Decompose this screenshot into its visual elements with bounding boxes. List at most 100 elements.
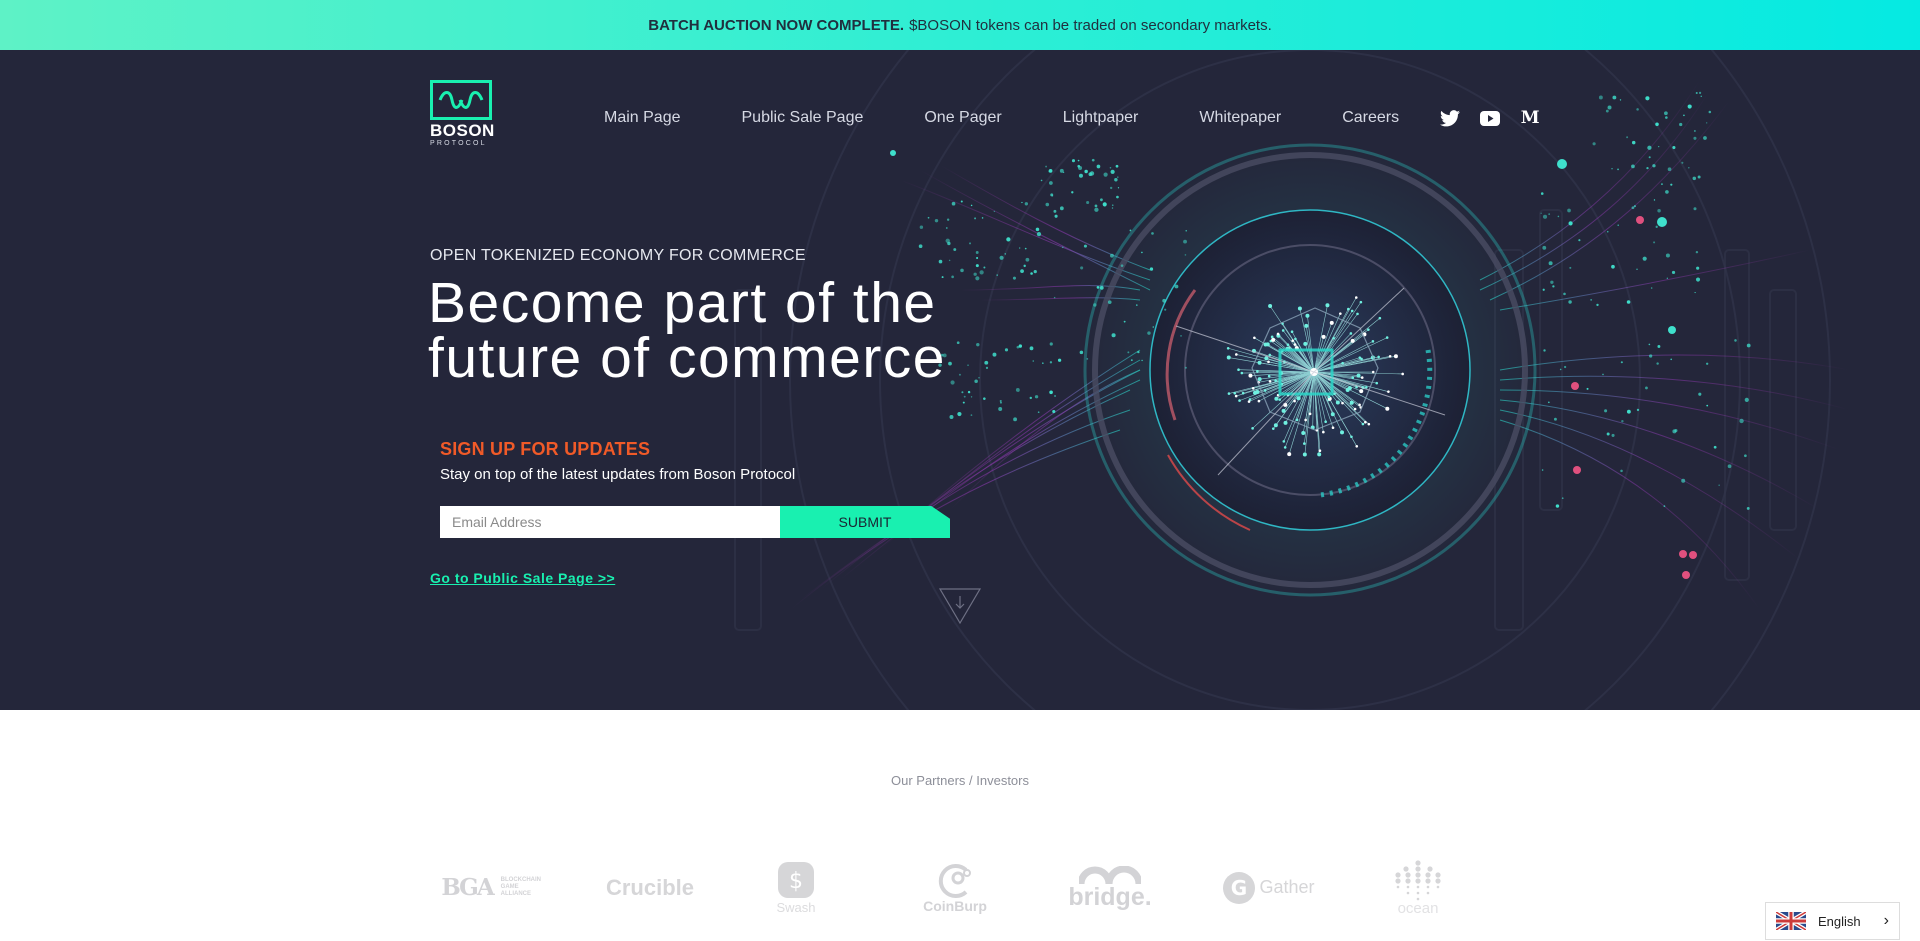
- particle-dot: [996, 274, 998, 276]
- particle-dot: [1185, 229, 1187, 232]
- burst-dot: [1358, 403, 1361, 407]
- particle-dot: [1648, 156, 1651, 159]
- particle-dot: [1080, 266, 1084, 270]
- partner-crucible-logo[interactable]: Crucible: [600, 850, 700, 925]
- particle-dot: [1029, 346, 1034, 351]
- particle-dot: [979, 270, 984, 275]
- particle-dot: [1035, 227, 1040, 232]
- particle-dot: [973, 272, 977, 276]
- highlight-dot: [1679, 550, 1687, 558]
- public-sale-link[interactable]: Go to Public Sale Page >>: [430, 570, 615, 586]
- particle-dot: [1548, 261, 1553, 266]
- particle-dot: [1653, 241, 1656, 244]
- logo-mark: [430, 80, 492, 120]
- burst-dot: [1375, 381, 1379, 385]
- nav-careers[interactable]: Careers: [1342, 109, 1399, 127]
- boson-logo[interactable]: BOSON PROTOCOL: [430, 80, 494, 152]
- particle-dot: [1611, 264, 1615, 269]
- partner-bga-logo[interactable]: BGA BLOCKCHAIN GAME ALLIANCE: [440, 850, 550, 925]
- particle-dot: [1111, 204, 1114, 207]
- particle-dot: [998, 407, 1003, 411]
- nav-one-pager[interactable]: One Pager: [924, 109, 1001, 127]
- nav-whitepaper[interactable]: Whitepaper: [1199, 109, 1281, 127]
- particle-dot: [974, 217, 977, 220]
- particle-dot: [1694, 130, 1696, 132]
- burst-dot: [1274, 396, 1279, 401]
- partner-swash-logo[interactable]: $ Swash: [766, 850, 826, 925]
- particle-dot: [1657, 345, 1661, 348]
- hero-eyebrow: OPEN TOKENIZED ECONOMY FOR COMMERCE: [430, 247, 806, 264]
- burst-dot: [1247, 400, 1251, 403]
- particle-dot: [1612, 95, 1617, 100]
- burst-dot: [1301, 431, 1306, 436]
- burst-dot: [1240, 371, 1244, 375]
- particle-dot: [958, 373, 961, 376]
- highlight-dot: [890, 150, 896, 156]
- email-field[interactable]: [440, 506, 780, 538]
- particle-dot: [1115, 164, 1119, 168]
- particle-dot: [957, 411, 962, 417]
- burst-dot: [1256, 369, 1259, 373]
- burst-dot: [1257, 377, 1262, 382]
- particle-dot: [1694, 291, 1696, 294]
- particle-dot: [970, 396, 973, 398]
- particle-dot: [1111, 333, 1116, 338]
- particle-dot: [1000, 401, 1002, 404]
- partner-gather-logo[interactable]: G Gather: [1218, 850, 1318, 925]
- nav-lightpaper[interactable]: Lightpaper: [1063, 109, 1139, 127]
- medium-icon[interactable]: M: [1519, 107, 1541, 129]
- particle-dot: [919, 225, 924, 229]
- particle-dot: [1141, 359, 1143, 362]
- particle-dot: [1542, 214, 1548, 219]
- partner-ocean-name: ocean: [1397, 900, 1439, 917]
- particle-dot: [1705, 122, 1708, 124]
- particle-dot: [1147, 331, 1151, 335]
- twitter-icon[interactable]: [1439, 107, 1461, 129]
- particle-dot: [1040, 179, 1043, 182]
- particle-dot: [1111, 207, 1114, 209]
- particle-dot: [1646, 166, 1649, 170]
- particle-dot: [1708, 110, 1712, 114]
- particle-dot: [1619, 99, 1622, 101]
- particle-dot: [974, 379, 978, 384]
- particle-dot: [1053, 296, 1056, 299]
- particle-dot: [1665, 116, 1668, 119]
- particle-dot: [1013, 417, 1018, 422]
- particle-dot: [1033, 269, 1037, 274]
- partner-ocean-logo[interactable]: ocean: [1388, 850, 1448, 925]
- particle-dot: [1096, 164, 1101, 169]
- nav-main-page[interactable]: Main Page: [604, 109, 681, 127]
- scroll-down-icon[interactable]: [939, 588, 981, 624]
- burst-dot: [1282, 440, 1286, 443]
- signup-title: SIGN UP FOR UPDATES: [440, 439, 651, 459]
- burst-dot: [1325, 303, 1330, 308]
- burst-dot: [1273, 423, 1278, 428]
- youtube-icon[interactable]: [1479, 107, 1501, 129]
- partner-bridge-logo[interactable]: bridge.: [1068, 850, 1152, 925]
- particle-dot: [1180, 335, 1182, 337]
- particle-dot: [1667, 167, 1672, 172]
- particle-dot: [975, 276, 980, 281]
- burst-dot: [1281, 329, 1285, 332]
- language-selector[interactable]: English ›: [1765, 902, 1900, 940]
- burst-dot: [1283, 420, 1288, 425]
- partner-coinburp-logo[interactable]: CoinBurp: [915, 850, 995, 925]
- particle-dot: [1663, 505, 1666, 508]
- burst-dot: [1324, 420, 1327, 424]
- particle-dot: [983, 266, 986, 269]
- highlight-dot: [1636, 216, 1644, 224]
- ocean-dot: [1425, 878, 1431, 884]
- particle-dot: [967, 364, 969, 367]
- burst-dot: [1270, 335, 1274, 339]
- burst-dot: [1251, 427, 1254, 430]
- particle-dot: [1666, 277, 1668, 279]
- particle-dot: [981, 217, 984, 219]
- particle-dot: [1617, 168, 1619, 171]
- ocean-dot: [1415, 860, 1421, 866]
- submit-button[interactable]: SUBMIT: [780, 506, 950, 538]
- ocean-icon: [1395, 860, 1441, 901]
- burst-dot: [1350, 309, 1354, 313]
- particle-dot: [1665, 253, 1670, 258]
- burst-dot: [1340, 430, 1345, 435]
- nav-public-sale-page[interactable]: Public Sale Page: [742, 109, 864, 127]
